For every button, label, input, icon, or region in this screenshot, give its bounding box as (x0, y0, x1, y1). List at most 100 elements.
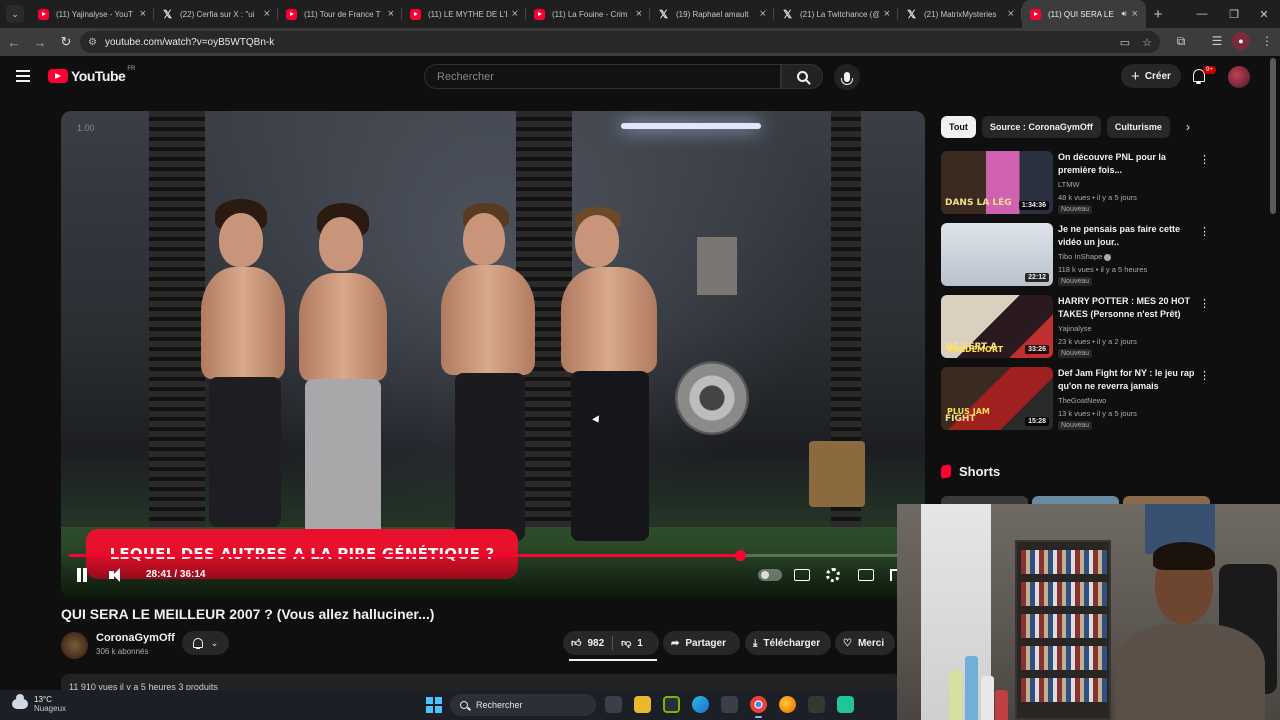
youtube-icon (286, 8, 297, 20)
recommendation-title[interactable]: HARRY POTTER : MES 20 HOT TAKES (Personn… (1058, 295, 1196, 321)
browser-tab[interactable]: 𝕏 (21) MatrixMysteries × (898, 0, 1022, 28)
more-options-icon[interactable]: ⋮ (1199, 153, 1210, 166)
close-tab-icon[interactable]: × (636, 8, 642, 20)
messenger-icon[interactable] (837, 696, 854, 713)
app-icon[interactable] (808, 696, 825, 713)
filter-chip[interactable]: Culturisme (1106, 116, 1170, 138)
close-tab-icon[interactable]: × (140, 8, 146, 20)
menu-icon[interactable] (16, 70, 30, 85)
extensions-icon[interactable]: ⧉ (1170, 30, 1192, 52)
close-window-icon[interactable]: ✕ (1248, 0, 1280, 28)
channel-name[interactable]: CoronaGymOff (96, 632, 175, 644)
back-icon[interactable]: ← (2, 30, 26, 54)
page-scrollbar[interactable] (1270, 58, 1276, 214)
close-tab-icon[interactable]: × (884, 8, 890, 20)
subscription-bell-button[interactable]: ⌄ (182, 631, 229, 655)
cast-icon[interactable]: ▭ (1120, 36, 1130, 49)
recommendation-title[interactable]: Def Jam Fight for NY : le jeu rap qu'on … (1058, 367, 1196, 393)
chevron-right-icon[interactable]: › (1186, 120, 1190, 134)
video-thumbnail[interactable]: FIGHT PLUS JAM 15:28 (941, 367, 1053, 430)
file-explorer-icon[interactable] (634, 696, 651, 713)
close-tab-icon[interactable]: × (388, 8, 394, 20)
more-options-icon[interactable]: ⋮ (1199, 369, 1210, 382)
like-button[interactable]: 👍︎ 982 (563, 631, 612, 655)
browser-tab[interactable]: (11) Yajinalyse - YouT × (30, 0, 154, 28)
channel-label: Tibo InShape (1058, 252, 1103, 261)
task-view-icon[interactable] (605, 696, 622, 713)
restore-icon[interactable]: ❐ (1218, 0, 1250, 28)
recommendation-channel[interactable]: Tibo InShape (1058, 252, 1112, 261)
thanks-button[interactable]: ♡ Merci (835, 631, 895, 655)
filter-chip[interactable]: Tout (941, 116, 976, 138)
download-button[interactable]: ⤓ Télécharger (745, 631, 831, 655)
create-button[interactable]: + Créer (1121, 64, 1181, 88)
channel-avatar[interactable] (61, 632, 88, 659)
nvidia-icon[interactable] (663, 696, 680, 713)
recommendation-item[interactable]: 22:12 Je ne pensais pas faire cette vidé… (941, 223, 1211, 287)
recommendation-channel[interactable]: TheGoatNewo (1058, 396, 1106, 405)
search-button[interactable] (781, 64, 823, 89)
voice-search-button[interactable] (834, 64, 860, 90)
windows-start-icon[interactable] (426, 697, 442, 713)
browser-tab[interactable]: (11) LE MYTHE DE L'E × (402, 0, 526, 28)
profile-avatar[interactable]: ● (1232, 32, 1250, 50)
close-tab-icon[interactable]: × (760, 8, 766, 20)
account-avatar[interactable] (1228, 66, 1250, 88)
dislike-button[interactable]: 👎︎ 1 (613, 631, 651, 655)
forward-icon[interactable]: → (28, 30, 52, 54)
youtube-logo[interactable]: YouTube FR (48, 66, 135, 84)
recommendation-channel[interactable]: Yajinalyse (1058, 324, 1092, 333)
bookmark-star-icon[interactable]: ☆ (1142, 36, 1152, 49)
pause-icon[interactable] (76, 568, 88, 582)
miniplayer-icon[interactable] (858, 569, 874, 581)
description-box[interactable]: 11 910 vues il y a 5 heures 3 produits (61, 674, 901, 690)
edge-icon[interactable] (692, 696, 709, 713)
browser-menu-icon[interactable]: ⋮ (1256, 30, 1278, 52)
site-info-icon[interactable]: ⚙ (88, 37, 97, 48)
recommendation-item[interactable]: NE SERT A VOLDEMORT 33:26 HARRY POTTER : … (941, 295, 1211, 359)
close-tab-icon[interactable]: × (1008, 8, 1014, 20)
reload-icon[interactable]: ↻ (54, 30, 78, 54)
tab-audio-icon[interactable]: 🔊︎ (1122, 9, 1127, 19)
browser-tab[interactable]: (11) QUI SERA LE 🔊︎ × (1022, 0, 1146, 28)
store-icon[interactable] (721, 696, 738, 713)
close-tab-icon[interactable]: × (1132, 8, 1138, 20)
recommendation-title[interactable]: On découvre PNL pour la première fois... (1058, 151, 1196, 177)
filter-chip[interactable]: Source : CoronaGymOff (981, 116, 1101, 138)
browser-tab[interactable]: 𝕏 (19) Raphael amault × (650, 0, 774, 28)
browser-tab[interactable]: (11) Tour de France T × (278, 0, 402, 28)
browser-tab[interactable]: 𝕏 (22) Cerfia sur X : "ui × (154, 0, 278, 28)
search-input[interactable]: Rechercher (424, 64, 781, 89)
subtitles-icon[interactable] (794, 569, 810, 581)
volume-icon[interactable] (109, 567, 127, 583)
video-thumbnail[interactable]: NE SERT A VOLDEMORT 33:26 (941, 295, 1053, 358)
close-tab-icon[interactable]: × (512, 8, 518, 20)
thanks-label: Merci (857, 637, 885, 649)
taskbar-search[interactable]: Rechercher (450, 694, 596, 716)
autoplay-toggle[interactable] (758, 569, 782, 581)
recommendation-item[interactable]: DANS LA LÉG 1:34:36 On découvre PNL pour… (941, 151, 1211, 215)
recommendation-title[interactable]: Je ne pensais pas faire cette vidéo un j… (1058, 223, 1196, 249)
reading-list-icon[interactable]: ☰ (1206, 30, 1228, 52)
new-tab-button[interactable]: + (1146, 6, 1170, 23)
chrome-icon[interactable] (750, 696, 767, 718)
recommendation-channel[interactable]: LTMW (1058, 180, 1080, 189)
weather-widget[interactable]: 13°C Nuageux (12, 694, 66, 713)
recommendation-item[interactable]: FIGHT PLUS JAM 15:28 Def Jam Fight for NY… (941, 367, 1211, 431)
share-button[interactable]: ➦ Partager (663, 631, 740, 655)
progress-bar[interactable] (69, 550, 917, 561)
address-bar[interactable]: ⚙ youtube.com/watch?v=oyB5WTQBn-k ▭ ☆ (80, 31, 1160, 53)
tab-search-icon[interactable]: ⌄ (6, 5, 24, 23)
video-thumbnail[interactable]: 22:12 (941, 223, 1053, 286)
settings-gear-icon[interactable] (826, 568, 840, 582)
firefox-icon[interactable] (779, 696, 796, 713)
minimize-icon[interactable]: — (1186, 0, 1218, 28)
browser-tab[interactable]: (11) La Fouine - Crim × (526, 0, 650, 28)
video-thumbnail[interactable]: DANS LA LÉG 1:34:36 (941, 151, 1053, 214)
video-player[interactable]: 1.00 LEQUEL DES AUTRES A LA PIRE GÉNÉTIQ… (61, 111, 925, 597)
more-options-icon[interactable]: ⋮ (1199, 297, 1210, 310)
progress-scrubber[interactable] (735, 550, 747, 561)
close-tab-icon[interactable]: × (264, 8, 270, 20)
browser-tab[interactable]: 𝕏 (21) La Twitchance (@ × (774, 0, 898, 28)
more-options-icon[interactable]: ⋮ (1199, 225, 1210, 238)
